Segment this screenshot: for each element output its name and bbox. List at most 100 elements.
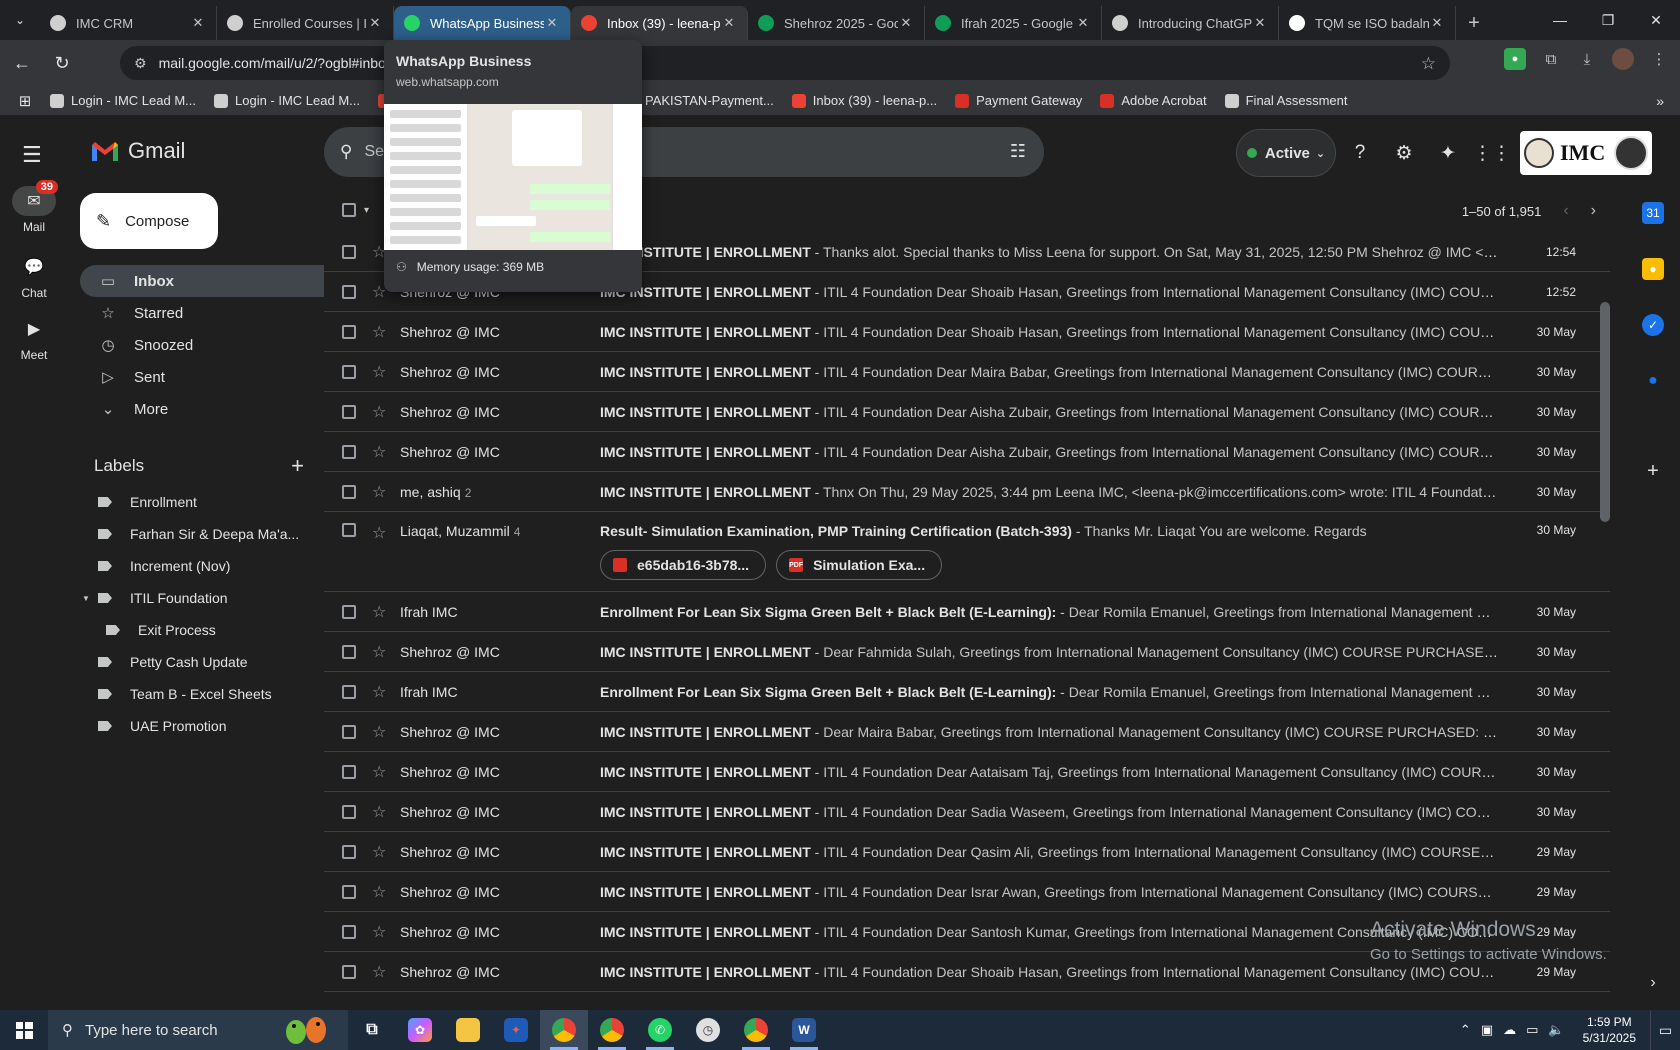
tab-search-chevron-icon[interactable]: ⌄ <box>0 0 40 40</box>
bookmark-item[interactable]: Inbox (39) - leena-p... <box>791 93 937 108</box>
email-checkbox[interactable] <box>342 804 356 819</box>
star-icon[interactable]: ☆ <box>372 922 392 942</box>
reload-icon[interactable]: ↻ <box>44 45 80 81</box>
star-icon[interactable]: ☆ <box>372 362 392 382</box>
star-icon[interactable]: ☆ <box>372 523 392 543</box>
close-tab-icon[interactable]: ✕ <box>544 15 560 31</box>
star-icon[interactable]: ☆ <box>372 762 392 782</box>
keep-icon[interactable]: ● <box>1642 258 1664 280</box>
email-checkbox[interactable] <box>342 644 356 659</box>
google-apps-icon[interactable]: ⋮⋮ <box>1472 133 1512 173</box>
expand-label-icon[interactable]: ▼ <box>82 594 90 603</box>
label-item[interactable]: UAE Promotion <box>80 710 316 742</box>
email-checkbox[interactable] <box>342 523 356 537</box>
browser-menu-icon[interactable]: ⋮ <box>1648 48 1670 70</box>
email-row[interactable]: ☆ Shehroz @ IMC IMC INSTITUTE | ENROLLMENT… <box>324 712 1610 752</box>
email-row[interactable]: ☆ me, ashiq 2 IMC INSTITUTE | ENROLLMENT - … <box>324 472 1610 512</box>
app-red-blue-icon[interactable]: ✦ <box>492 1010 540 1050</box>
close-tab-icon[interactable]: ✕ <box>367 15 383 31</box>
email-checkbox[interactable] <box>342 324 356 339</box>
star-icon[interactable]: ☆ <box>372 842 392 862</box>
email-row[interactable]: ☆ Shehroz @ IMC IMC INSTITUTE | ENROLLMENT… <box>324 752 1610 792</box>
network-icon[interactable]: ▭ <box>1526 1022 1538 1038</box>
search-options-icon[interactable]: ☷ <box>1010 141 1026 162</box>
previous-page-icon[interactable]: ‹ <box>1563 202 1568 220</box>
email-checkbox[interactable] <box>342 764 356 779</box>
email-row[interactable]: ☆ Shehroz @ IMC IMC INSTITUTE | ENROLLMENT… <box>324 432 1610 472</box>
search-icon[interactable]: ⚲ <box>340 142 352 162</box>
close-tab-icon[interactable]: ✕ <box>898 15 914 31</box>
browser-tab[interactable]: Enrolled Courses | IMC✕ <box>217 6 394 40</box>
chrome-profile-taskbar-icon[interactable] <box>588 1010 636 1050</box>
bookmark-star-icon[interactable]: ☆ <box>1421 54 1436 74</box>
chrome-taskbar-icon[interactable] <box>540 1010 588 1050</box>
status-active-button[interactable]: Active ⌄ <box>1236 129 1336 177</box>
browser-tab[interactable]: Ifrah 2025 - Google S ✕ <box>925 6 1102 40</box>
clock[interactable]: 1:59 PM 5/31/2025 <box>1583 1014 1636 1046</box>
star-icon[interactable]: ☆ <box>372 962 392 982</box>
email-row[interactable]: ☆ Shehroz @ IMC IMC INSTITUTE | ENROLLMENT… <box>324 632 1610 672</box>
contacts-icon[interactable]: ● <box>1642 370 1664 392</box>
extension-green-icon[interactable]: ● <box>1504 48 1526 70</box>
close-tab-icon[interactable]: ✕ <box>1075 15 1091 31</box>
label-item[interactable]: Petty Cash Update <box>80 646 316 678</box>
task-view-icon[interactable]: ⧉ <box>348 1010 396 1050</box>
email-row[interactable]: ☆ Ifrah IMC Enrollment For Lean Six Sigma … <box>324 592 1610 632</box>
close-window-icon[interactable]: ✕ <box>1632 0 1680 40</box>
select-dropdown-icon[interactable]: ▾ <box>364 205 369 216</box>
clock-app-icon[interactable]: ◷ <box>684 1010 732 1050</box>
whatsapp-taskbar-icon[interactable]: ✆ <box>636 1010 684 1050</box>
email-row[interactable]: ☆ Shehroz @ IMC IMC INSTITUTE | ENROLLMENT… <box>324 872 1610 912</box>
more-bookmarks-icon[interactable]: » <box>1656 93 1664 109</box>
close-tab-icon[interactable]: ✕ <box>1252 15 1268 31</box>
email-checkbox[interactable] <box>342 964 356 979</box>
calendar-icon[interactable]: 31 <box>1642 202 1664 224</box>
email-row[interactable]: ☆ Liaqat, Muzammil 4 Result- Simulation Exa… <box>324 512 1610 592</box>
show-hidden-icons-icon[interactable]: ⌃ <box>1460 1022 1471 1038</box>
label-item[interactable]: ▼ ITIL Foundation <box>80 582 316 614</box>
email-checkbox[interactable] <box>342 724 356 739</box>
profile-avatar-icon[interactable] <box>1612 48 1634 70</box>
email-checkbox[interactable] <box>342 604 356 619</box>
extensions-puzzle-icon[interactable]: ⧉ <box>1540 48 1562 70</box>
help-icon[interactable]: ? <box>1340 133 1380 173</box>
next-page-icon[interactable]: › <box>1591 202 1596 220</box>
add-label-icon[interactable]: + <box>291 453 304 479</box>
rail-item-meet[interactable]: ▶ Meet <box>0 314 68 362</box>
settings-gear-icon[interactable]: ⚙ <box>1384 133 1424 173</box>
star-icon[interactable]: ☆ <box>372 682 392 702</box>
browser-tab[interactable]: IMC CRM ✕ <box>40 6 217 40</box>
email-row[interactable]: ☆ Shehroz @ IMC IMC INSTITUTE | ENROLLMENT… <box>324 832 1610 872</box>
hide-panel-icon[interactable]: › <box>1642 972 1664 994</box>
browser-tab[interactable]: Introducing ChatGPT ✕ <box>1102 6 1279 40</box>
main-menu-icon[interactable]: ☰ <box>22 142 42 168</box>
taskbar-search-input[interactable]: ⚲ Type here to search <box>48 1010 348 1050</box>
email-checkbox[interactable] <box>342 684 356 699</box>
back-icon[interactable]: ← <box>4 45 40 81</box>
browser-tab[interactable]: WhatsApp Business ✕ <box>394 6 571 40</box>
label-item[interactable]: Enrollment <box>80 486 316 518</box>
browser-tab[interactable]: Shehroz 2025 - Google✕ <box>748 6 925 40</box>
star-icon[interactable]: ☆ <box>372 322 392 342</box>
bookmark-item[interactable]: PAKISTAN-Payment... <box>623 93 774 108</box>
bookmark-item[interactable]: Payment Gateway <box>955 93 1082 108</box>
email-checkbox[interactable] <box>342 404 356 419</box>
email-row[interactable]: ☆ Shehroz @ IMC IMC INSTITUTE | ENROLLMENT… <box>324 352 1610 392</box>
star-icon[interactable]: ☆ <box>372 442 392 462</box>
chrome-third-taskbar-icon[interactable] <box>732 1010 780 1050</box>
label-item[interactable]: Exit Process <box>80 614 316 646</box>
gemini-sparkle-icon[interactable]: ✦ <box>1428 133 1468 173</box>
browser-tab[interactable]: TQM se ISO badalna ✕ <box>1279 6 1456 40</box>
notification-icon[interactable]: ▭ <box>1650 1010 1680 1050</box>
rail-item-mail[interactable]: ✉ 39 Mail <box>0 180 68 234</box>
email-checkbox[interactable] <box>342 284 356 299</box>
email-checkbox[interactable] <box>342 924 356 939</box>
compose-button[interactable]: ✎ Compose <box>80 193 218 249</box>
email-checkbox[interactable] <box>342 444 356 459</box>
new-tab-button[interactable]: + <box>1456 6 1492 40</box>
apps-grid-icon[interactable]: ⊞ <box>0 92 50 110</box>
browser-tab[interactable]: Inbox (39) - leena-pk@✕ <box>571 6 748 40</box>
label-item[interactable]: Increment (Nov) <box>80 550 316 582</box>
word-taskbar-icon[interactable]: W <box>780 1010 828 1050</box>
attachment-chip[interactable]: PDF Simulation Exa... <box>776 550 943 580</box>
